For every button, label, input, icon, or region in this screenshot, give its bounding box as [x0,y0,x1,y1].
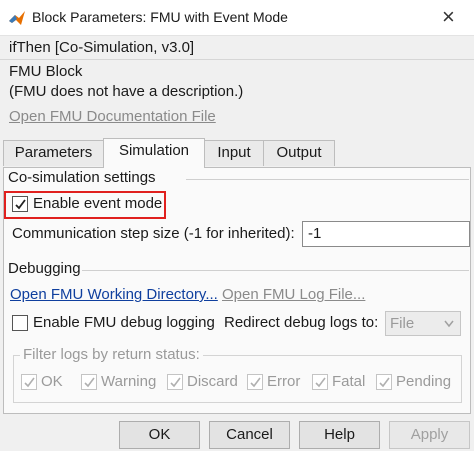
apply-button[interactable]: Apply [389,421,470,449]
enable-debug-logging-checkbox[interactable] [12,315,28,331]
tab-output[interactable]: Output [263,140,335,166]
block-type-label: ifThen [Co-Simulation, v3.0] [9,39,195,56]
header-divider [0,59,474,60]
filter-ok-label: OK [41,373,63,390]
filter-pending-checkbox[interactable] [376,374,392,390]
close-icon[interactable]: × [442,4,455,30]
open-documentation-link[interactable]: Open FMU Documentation File [9,108,216,125]
enable-debug-logging-label: Enable FMU debug logging [33,314,215,331]
step-size-input[interactable]: -1 [302,221,470,247]
filter-discard-label: Discard [187,373,238,390]
cancel-button[interactable]: Cancel [209,421,290,449]
filter-error-label: Error [267,373,301,390]
debugging-section-line [82,270,469,271]
filter-fatal-checkbox[interactable] [312,374,328,390]
redirect-logs-select[interactable]: File [385,311,461,336]
checkmark-icon [24,377,35,388]
window-title: Block Parameters: FMU with Event Mode [32,9,288,25]
tab-parameters[interactable]: Parameters [3,140,104,166]
cosim-section-label: Co-simulation settings [8,169,156,186]
filter-fatal-label: Fatal [332,373,366,390]
cosim-section-line [186,179,469,180]
checkmark-icon [15,199,26,210]
open-working-directory-link[interactable]: Open FMU Working Directory... [10,286,218,303]
enable-event-mode-checkbox[interactable] [12,196,28,212]
ok-button[interactable]: OK [119,421,200,449]
filter-error-checkbox[interactable] [247,374,263,390]
title-bar: Block Parameters: FMU with Event Mode × [0,0,474,36]
filter-discard-checkbox[interactable] [167,374,183,390]
help-button[interactable]: Help [299,421,380,449]
block-description: (FMU does not have a description.) [9,83,244,100]
debugging-section-label: Debugging [8,260,81,277]
filter-warning-label: Warning [101,373,157,390]
matlab-app-icon [9,11,25,25]
redirect-logs-value: File [390,315,415,332]
enable-event-mode-label: Enable event mode [33,195,163,212]
chevron-down-icon [444,320,454,328]
checkmark-icon [84,377,95,388]
block-name-label: FMU Block [9,63,83,80]
filter-logs-label: Filter logs by return status: [20,346,203,363]
step-size-label: Communication step size (-1 for inherite… [12,225,295,242]
checkmark-icon [315,377,326,388]
filter-ok-checkbox[interactable] [21,374,37,390]
filter-warning-checkbox[interactable] [81,374,97,390]
filter-pending-label: Pending [396,373,452,390]
redirect-logs-label: Redirect debug logs to: [224,314,379,331]
checkmark-icon [170,377,181,388]
tab-input[interactable]: Input [204,140,264,166]
open-log-file-link[interactable]: Open FMU Log File... [222,286,365,303]
checkmark-icon [250,377,261,388]
checkmark-icon [379,377,390,388]
tab-simulation[interactable]: Simulation [103,138,205,168]
